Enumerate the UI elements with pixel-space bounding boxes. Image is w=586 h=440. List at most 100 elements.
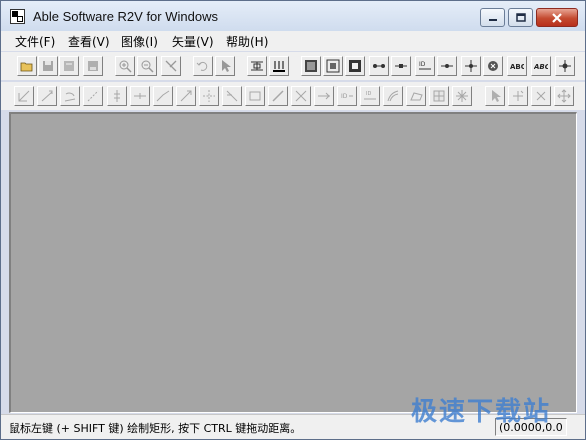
svg-text:ABC: ABC <box>510 63 524 71</box>
node-segment-button[interactable] <box>391 56 411 76</box>
contour-icon <box>387 90 399 102</box>
threshold-button[interactable] <box>247 56 267 76</box>
pan-button[interactable] <box>161 56 181 76</box>
point-icon <box>441 64 453 68</box>
spark-button[interactable] <box>452 86 472 106</box>
split-line-icon <box>114 90 120 102</box>
undo-icon <box>196 61 208 71</box>
join-line-button[interactable] <box>130 86 150 106</box>
vector-toolbar: ID ID <box>1 82 585 110</box>
solid-frame-button[interactable] <box>345 56 365 76</box>
app-icon[interactable] <box>10 9 25 24</box>
rotate-line-button[interactable] <box>60 86 80 106</box>
save-vector-button[interactable] <box>83 56 103 76</box>
svg-text:ID: ID <box>419 61 426 68</box>
menu-help[interactable]: 帮助(H) <box>226 33 268 50</box>
threshold-icon <box>251 61 263 71</box>
tile-button[interactable] <box>429 86 449 106</box>
app-window: Able Software R2V for Windows 文件(F) 查看(V… <box>0 0 586 440</box>
snap-node-button[interactable] <box>199 86 219 106</box>
image-canvas[interactable] <box>9 112 577 413</box>
join-line-icon <box>134 93 146 99</box>
crop-button[interactable] <box>323 56 343 76</box>
tile-icon <box>433 90 445 102</box>
open-folder-button[interactable] <box>17 56 37 76</box>
add-node-icon <box>513 90 524 101</box>
move-all-icon <box>557 89 571 103</box>
svg-text:ID: ID <box>366 91 371 97</box>
main-toolbar: ID ABC ABC <box>1 52 585 80</box>
text-abc-icon: ABC <box>510 63 524 71</box>
id-label-button[interactable]: ID <box>337 86 357 106</box>
undo-button[interactable] <box>193 56 213 76</box>
rectangle-button[interactable] <box>245 86 265 106</box>
maximize-button[interactable] <box>508 8 533 27</box>
zoom-out-icon <box>141 60 154 73</box>
delete-point-button[interactable] <box>483 56 503 76</box>
contour-button[interactable] <box>383 86 403 106</box>
cross-point-button[interactable] <box>461 56 481 76</box>
star-point-button[interactable] <box>555 56 575 76</box>
minimize-button[interactable] <box>480 8 505 27</box>
edit-line-icon <box>18 90 30 102</box>
trace-button[interactable] <box>269 56 289 76</box>
edit-line-button[interactable] <box>14 86 34 106</box>
maximize-icon <box>515 13 526 22</box>
area-icon <box>410 92 423 101</box>
dashed-line-button[interactable] <box>83 86 103 106</box>
open-vector-icon <box>64 61 74 71</box>
id-line-button[interactable]: ID <box>360 86 380 106</box>
status-message: 鼠标左键 (+ SHIFT 键) 绘制矩形, 按下 CTRL 键拖动距离。 <box>9 422 302 435</box>
remove-node-icon <box>536 91 546 101</box>
delete-point-icon <box>488 61 498 71</box>
area-button[interactable] <box>406 86 426 106</box>
menu-bar: 文件(F) 查看(V) 图像(I) 矢量(V) 帮助(H) <box>1 31 585 51</box>
add-node-button[interactable] <box>508 86 528 106</box>
star-point-icon <box>559 60 571 72</box>
draw-line-button[interactable] <box>37 86 57 106</box>
id-node-button[interactable]: ID <box>415 56 435 76</box>
title-bar[interactable]: Able Software R2V for Windows <box>1 1 585 31</box>
menu-view[interactable]: 查看(V) <box>68 33 110 50</box>
zoom-in-button[interactable] <box>115 56 135 76</box>
node-line-icon <box>373 64 385 68</box>
diagonal-icon <box>272 90 284 102</box>
cut-line-button[interactable] <box>222 86 242 106</box>
select-arrow-icon <box>222 60 231 72</box>
pointer-button[interactable] <box>485 86 505 106</box>
rectangle-icon <box>249 91 261 101</box>
split-line-button[interactable] <box>107 86 127 106</box>
zoom-out-button[interactable] <box>137 56 157 76</box>
id-label-icon: ID <box>341 93 353 100</box>
close-icon <box>552 12 562 23</box>
draw-line-icon <box>41 90 53 102</box>
remove-node-button[interactable] <box>531 86 551 106</box>
diagonal-button[interactable] <box>268 86 288 106</box>
window-title: Able Software R2V for Windows <box>33 9 218 24</box>
menu-vector[interactable]: 矢量(V) <box>172 33 214 50</box>
snap-node-icon <box>203 90 215 102</box>
point-button[interactable] <box>437 56 457 76</box>
save-vector-icon <box>88 61 98 71</box>
angle-line-button[interactable] <box>153 86 173 106</box>
node-line-button[interactable] <box>369 56 389 76</box>
save-disk-button[interactable] <box>38 56 58 76</box>
image-frame-button[interactable] <box>301 56 321 76</box>
close-button[interactable] <box>536 8 578 27</box>
text-abc-italic-icon: ABC <box>534 63 548 71</box>
menu-image[interactable]: 图像(I) <box>121 33 158 50</box>
save-disk-icon <box>43 61 53 71</box>
diagonal-cross-button[interactable] <box>291 86 311 106</box>
text-abc-italic-button[interactable]: ABC <box>531 56 551 76</box>
select-arrow-button[interactable] <box>215 56 235 76</box>
arrow-line-button[interactable] <box>314 86 334 106</box>
text-abc-button[interactable]: ABC <box>507 56 527 76</box>
move-all-button[interactable] <box>554 86 574 106</box>
open-vector-button[interactable] <box>59 56 79 76</box>
cut-line-icon <box>226 90 238 102</box>
menu-file[interactable]: 文件(F) <box>15 33 55 50</box>
arrow-line-icon <box>318 92 330 100</box>
extend-line-button[interactable] <box>176 86 196 106</box>
spark-icon <box>456 90 468 102</box>
svg-text:ABC: ABC <box>534 63 548 71</box>
